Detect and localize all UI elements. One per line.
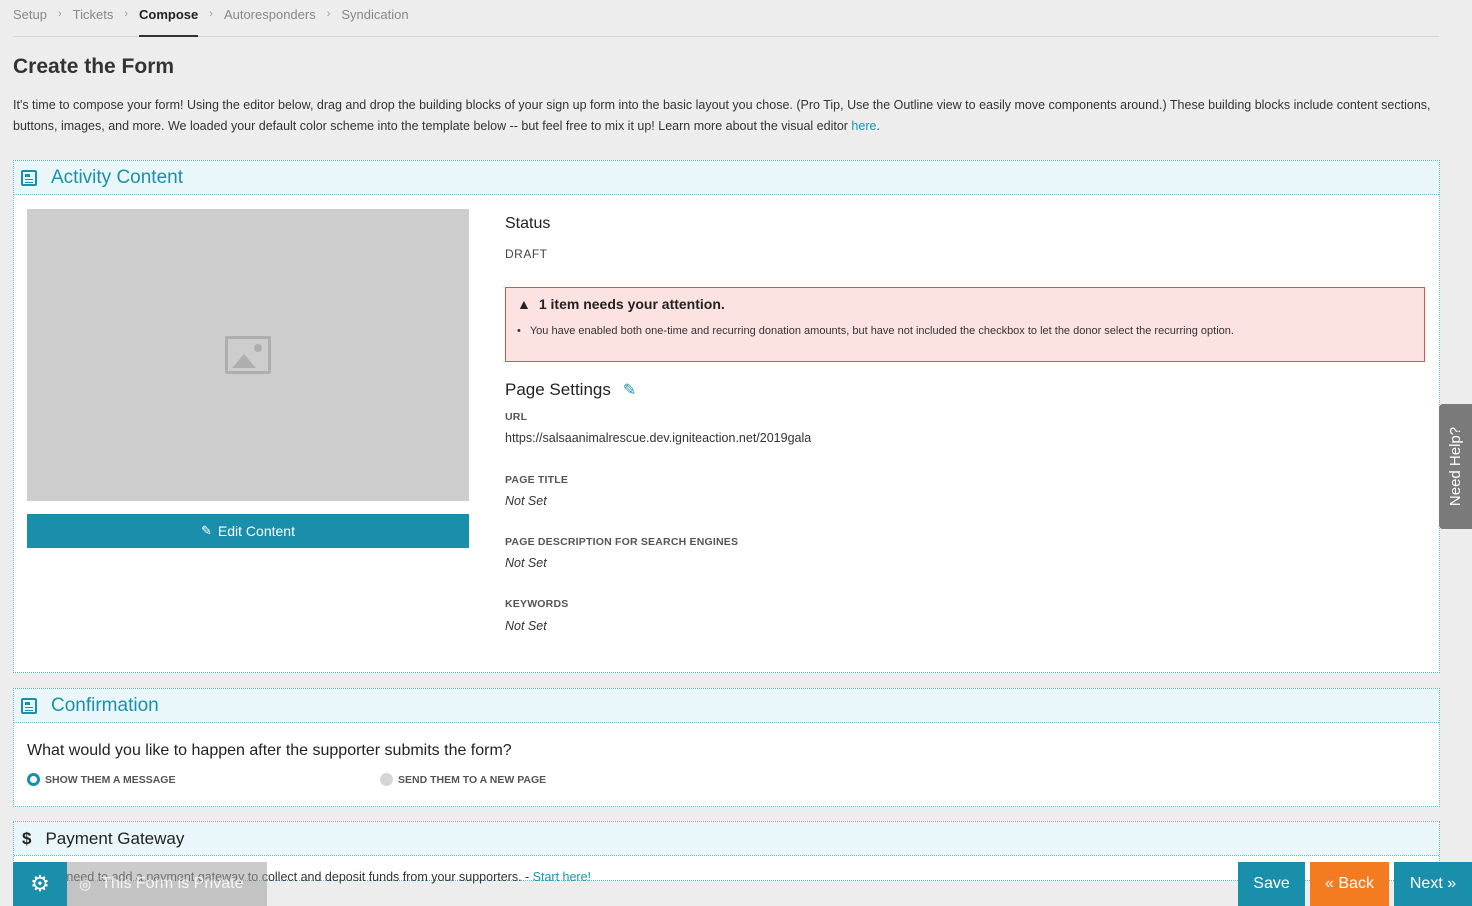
eye-slash-icon: ◎ xyxy=(79,875,92,892)
attention-alert: ▲ 1 item needs your attention. You have … xyxy=(505,287,1425,362)
breadcrumb-tickets[interactable]: Tickets xyxy=(73,0,114,37)
alert-item: You have enabled both one-time and recur… xyxy=(517,325,1413,337)
page-title: Create the Form xyxy=(13,55,175,78)
url-value: https://salsaanimalrescue.dev.igniteacti… xyxy=(505,431,812,445)
back-button[interactable]: « Back xyxy=(1310,862,1389,906)
alert-title-text: 1 item needs your attention. xyxy=(538,296,725,312)
private-label: This Form is Private xyxy=(101,875,244,892)
payment-gateway-header: $ Payment Gateway xyxy=(14,822,1439,856)
page-title-value: Not Set xyxy=(505,494,547,508)
status-value: DRAFT xyxy=(505,247,548,261)
radio-unselected-icon xyxy=(380,773,393,786)
next-button[interactable]: Next » xyxy=(1394,862,1472,906)
alert-title: ▲ 1 item needs your attention. xyxy=(517,296,1413,312)
radio-show-message[interactable]: SHOW THEM A MESSAGE xyxy=(27,773,175,786)
save-button[interactable]: Save xyxy=(1238,862,1305,906)
confirmation-header: Confirmation xyxy=(14,689,1439,723)
page-settings-heading: Page Settings ✎ xyxy=(505,380,636,400)
keywords-value: Not Set xyxy=(505,619,547,633)
visual-editor-link[interactable]: here xyxy=(851,119,876,133)
form-icon xyxy=(21,169,37,186)
intro-end: . xyxy=(876,119,880,133)
warning-icon: ▲ xyxy=(517,296,531,312)
bottom-action-bar: ⚙ ◎ This Form is Private Save « Back Nex… xyxy=(13,862,1472,906)
radio-new-page-label: SEND THEM TO A NEW PAGE xyxy=(398,773,547,786)
radio-selected-icon xyxy=(27,773,40,786)
status-label: Status xyxy=(505,215,551,232)
breadcrumb-separator: › xyxy=(57,8,62,20)
private-status-bar: ◎ This Form is Private xyxy=(67,862,267,906)
breadcrumb-separator: › xyxy=(209,8,213,20)
breadcrumb-syndication[interactable]: Syndication xyxy=(341,0,408,37)
edit-content-label: Edit Content xyxy=(217,523,295,539)
breadcrumb-autoresponders[interactable]: Autoresponders xyxy=(224,0,316,37)
image-placeholder-icon xyxy=(225,336,271,374)
breadcrumb-separator: › xyxy=(326,8,331,20)
pencil-icon: ✎ xyxy=(201,523,212,538)
payment-gateway-title: Payment Gateway xyxy=(45,828,185,848)
image-placeholder xyxy=(27,209,469,501)
keywords-label: KEYWORDS xyxy=(505,598,569,610)
form-icon xyxy=(21,697,37,714)
need-help-label: Need Help? xyxy=(1447,426,1464,507)
page-settings-label: Page Settings xyxy=(505,380,611,399)
breadcrumb: Setup › Tickets › Compose › Autoresponde… xyxy=(13,0,1439,37)
breadcrumb-separator: › xyxy=(124,8,129,20)
description-value: Not Set xyxy=(505,556,547,570)
dollar-icon: $ xyxy=(22,828,32,848)
need-help-tab[interactable]: Need Help? xyxy=(1439,404,1472,529)
breadcrumb-compose[interactable]: Compose xyxy=(139,0,199,37)
intro-text: It's time to compose your form! Using th… xyxy=(13,95,1453,137)
radio-new-page[interactable]: SEND THEM TO A NEW PAGE xyxy=(380,773,546,786)
edit-content-button[interactable]: ✎ Edit Content xyxy=(27,514,469,548)
activity-content-header: Activity Content xyxy=(14,161,1439,195)
confirmation-panel: Confirmation What would you like to happ… xyxy=(13,688,1440,807)
description-label: PAGE DESCRIPTION FOR SEARCH ENGINES xyxy=(505,536,739,548)
radio-show-message-label: SHOW THEM A MESSAGE xyxy=(45,773,176,786)
intro-body: It's time to compose your form! Using th… xyxy=(13,98,1431,133)
confirmation-title: Confirmation xyxy=(51,694,159,716)
gear-icon[interactable]: ⚙ xyxy=(13,862,67,906)
activity-content-title: Activity Content xyxy=(51,166,183,188)
page-title-label: PAGE TITLE xyxy=(505,474,569,486)
edit-page-settings-icon[interactable]: ✎ xyxy=(623,380,636,400)
confirmation-question: What would you like to happen after the … xyxy=(27,742,512,759)
breadcrumb-setup[interactable]: Setup xyxy=(13,0,47,37)
activity-content-panel: Activity Content ✎ Edit Content Status D… xyxy=(13,160,1440,673)
url-label: URL xyxy=(505,411,528,423)
